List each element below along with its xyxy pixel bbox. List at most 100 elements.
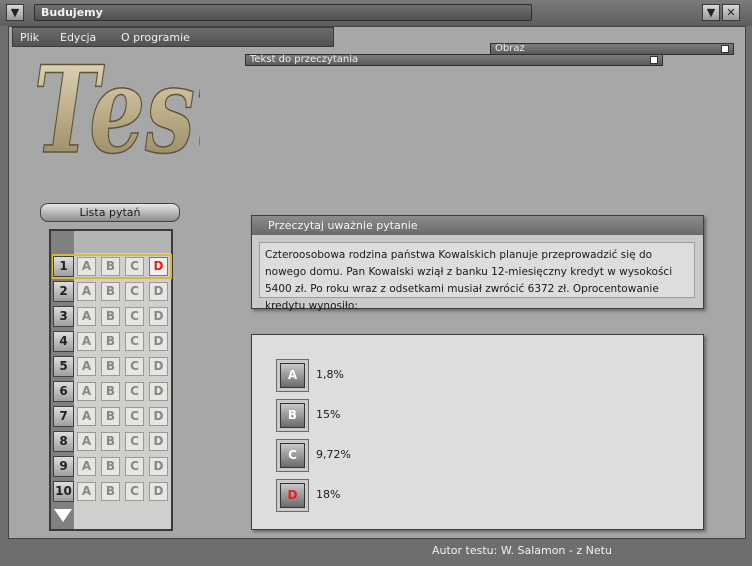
- question-number-button[interactable]: 2: [53, 281, 74, 302]
- question-row[interactable]: 3ABCD: [53, 305, 171, 328]
- restore-icon[interactable]: [650, 56, 658, 64]
- question-number-button[interactable]: 3: [53, 306, 74, 327]
- option-b-cell[interactable]: B: [101, 282, 120, 301]
- answer-b-button[interactable]: B: [276, 399, 309, 432]
- tekst-label: Tekst do przeczytania: [250, 54, 359, 65]
- option-b-cell[interactable]: B: [101, 382, 120, 401]
- menu-bar: Plik Edycja O programie: [12, 27, 334, 47]
- question-row[interactable]: 1ABCD: [52, 254, 172, 279]
- option-b-cell[interactable]: B: [101, 457, 120, 476]
- question-row[interactable]: 8ABCD: [53, 430, 171, 453]
- title-pill: Budujemy: [34, 4, 532, 21]
- question-header-label: Przeczytaj uważnie pytanie: [268, 219, 418, 232]
- question-row[interactable]: 6ABCD: [53, 380, 171, 403]
- question-row[interactable]: 7ABCD: [53, 405, 171, 428]
- answers-panel: A 1,8% B 15% C 9,72% D 18%: [251, 334, 704, 530]
- option-b-cell[interactable]: B: [101, 357, 120, 376]
- option-c-cell[interactable]: C: [125, 407, 144, 426]
- question-row[interactable]: 9ABCD: [53, 455, 171, 478]
- tekst-panel-bar[interactable]: Tekst do przeczytania: [245, 54, 663, 66]
- option-d-cell[interactable]: D: [149, 432, 168, 451]
- question-number-button[interactable]: 7: [53, 406, 74, 427]
- answer-d-button[interactable]: D: [276, 479, 309, 512]
- question-number-button[interactable]: 4: [53, 331, 74, 352]
- question-header: Przeczytaj uważnie pytanie: [252, 216, 703, 235]
- question-list-panel: 1ABCD2ABCD3ABCD4ABCD5ABCD6ABCD7ABCD8ABCD…: [49, 229, 173, 531]
- answer-c-button[interactable]: C: [276, 439, 309, 472]
- question-row[interactable]: 5ABCD: [53, 355, 171, 378]
- lista-pytan-button[interactable]: Lista pytań: [40, 203, 180, 222]
- option-d-cell[interactable]: D: [149, 307, 168, 326]
- question-number-button[interactable]: 10: [53, 481, 74, 502]
- menu-plik[interactable]: Plik: [20, 31, 39, 44]
- option-b-cell[interactable]: B: [101, 432, 120, 451]
- option-c-cell[interactable]: C: [125, 382, 144, 401]
- option-a-cell[interactable]: A: [77, 407, 96, 426]
- answer-text: 18%: [316, 488, 341, 501]
- question-row[interactable]: 2ABCD: [53, 280, 171, 303]
- option-c-cell[interactable]: C: [125, 432, 144, 451]
- testy-logo: Testy: [33, 52, 200, 181]
- option-c-cell[interactable]: C: [125, 457, 144, 476]
- chevron-down-icon[interactable]: ▼: [6, 4, 24, 21]
- option-d-cell[interactable]: D: [149, 257, 168, 276]
- answer-row[interactable]: C 9,72%: [276, 439, 576, 473]
- option-a-cell[interactable]: A: [77, 282, 96, 301]
- answer-letter: B: [280, 403, 305, 428]
- answer-letter: D: [280, 483, 305, 508]
- restore-icon[interactable]: [721, 45, 729, 53]
- option-c-cell[interactable]: C: [125, 282, 144, 301]
- answer-row[interactable]: D 18%: [276, 479, 576, 513]
- question-number-button[interactable]: 1: [53, 256, 74, 277]
- close-button[interactable]: ✕: [722, 4, 740, 21]
- question-row[interactable]: 10 A B C D: [53, 480, 171, 503]
- question-number-button[interactable]: 5: [53, 356, 74, 377]
- option-c-cell[interactable]: C: [125, 482, 144, 501]
- scroll-down-icon[interactable]: [54, 509, 72, 522]
- question-number-button[interactable]: 8: [53, 431, 74, 452]
- option-d-cell[interactable]: D: [149, 382, 168, 401]
- question-number-button[interactable]: 9: [53, 456, 74, 477]
- window-title: Budujemy: [41, 6, 103, 19]
- option-a-cell[interactable]: A: [77, 307, 96, 326]
- question-number-button[interactable]: 6: [53, 381, 74, 402]
- option-d-cell[interactable]: D: [149, 282, 168, 301]
- option-b-cell[interactable]: B: [101, 307, 120, 326]
- answer-text: 15%: [316, 408, 341, 421]
- option-d-cell[interactable]: D: [149, 332, 168, 351]
- menu-edycja[interactable]: Edycja: [60, 31, 96, 44]
- answer-letter: A: [280, 363, 305, 388]
- question-row[interactable]: 4ABCD: [53, 330, 171, 353]
- answer-row[interactable]: A 1,8%: [276, 359, 576, 393]
- option-c-cell[interactable]: C: [125, 257, 144, 276]
- option-a-cell[interactable]: A: [77, 382, 96, 401]
- question-panel: Przeczytaj uważnie pytanie Czteroosobowa…: [251, 215, 704, 312]
- title-bar[interactable]: ▼ Budujemy ▼ ✕: [0, 0, 752, 26]
- answer-letter: C: [280, 443, 305, 468]
- status-bar: Autor testu: W. Salamon - z Netu: [0, 540, 752, 566]
- option-c-cell[interactable]: C: [125, 332, 144, 351]
- option-a-cell[interactable]: A: [77, 257, 96, 276]
- option-b-cell[interactable]: B: [101, 407, 120, 426]
- answer-row[interactable]: B 15%: [276, 399, 576, 433]
- obraz-label: Obraz: [495, 43, 525, 54]
- option-d-cell[interactable]: D: [149, 457, 168, 476]
- option-a-cell[interactable]: A: [77, 482, 96, 501]
- option-d-cell[interactable]: D: [149, 482, 168, 501]
- option-a-cell[interactable]: A: [77, 332, 96, 351]
- option-a-cell[interactable]: A: [77, 357, 96, 376]
- answer-a-button[interactable]: A: [276, 359, 309, 392]
- option-b-cell[interactable]: B: [101, 257, 120, 276]
- menu-o-programie[interactable]: O programie: [121, 31, 190, 44]
- option-a-cell[interactable]: A: [77, 457, 96, 476]
- answer-text: 9,72%: [316, 448, 351, 461]
- option-b-cell[interactable]: B: [101, 482, 120, 501]
- option-a-cell[interactable]: A: [77, 432, 96, 451]
- minimize-button[interactable]: ▼: [702, 4, 720, 21]
- option-c-cell[interactable]: C: [125, 357, 144, 376]
- option-c-cell[interactable]: C: [125, 307, 144, 326]
- option-b-cell[interactable]: B: [101, 332, 120, 351]
- question-text: Czteroosobowa rodzina państwa Kowalskich…: [259, 242, 695, 312]
- option-d-cell[interactable]: D: [149, 357, 168, 376]
- option-d-cell[interactable]: D: [149, 407, 168, 426]
